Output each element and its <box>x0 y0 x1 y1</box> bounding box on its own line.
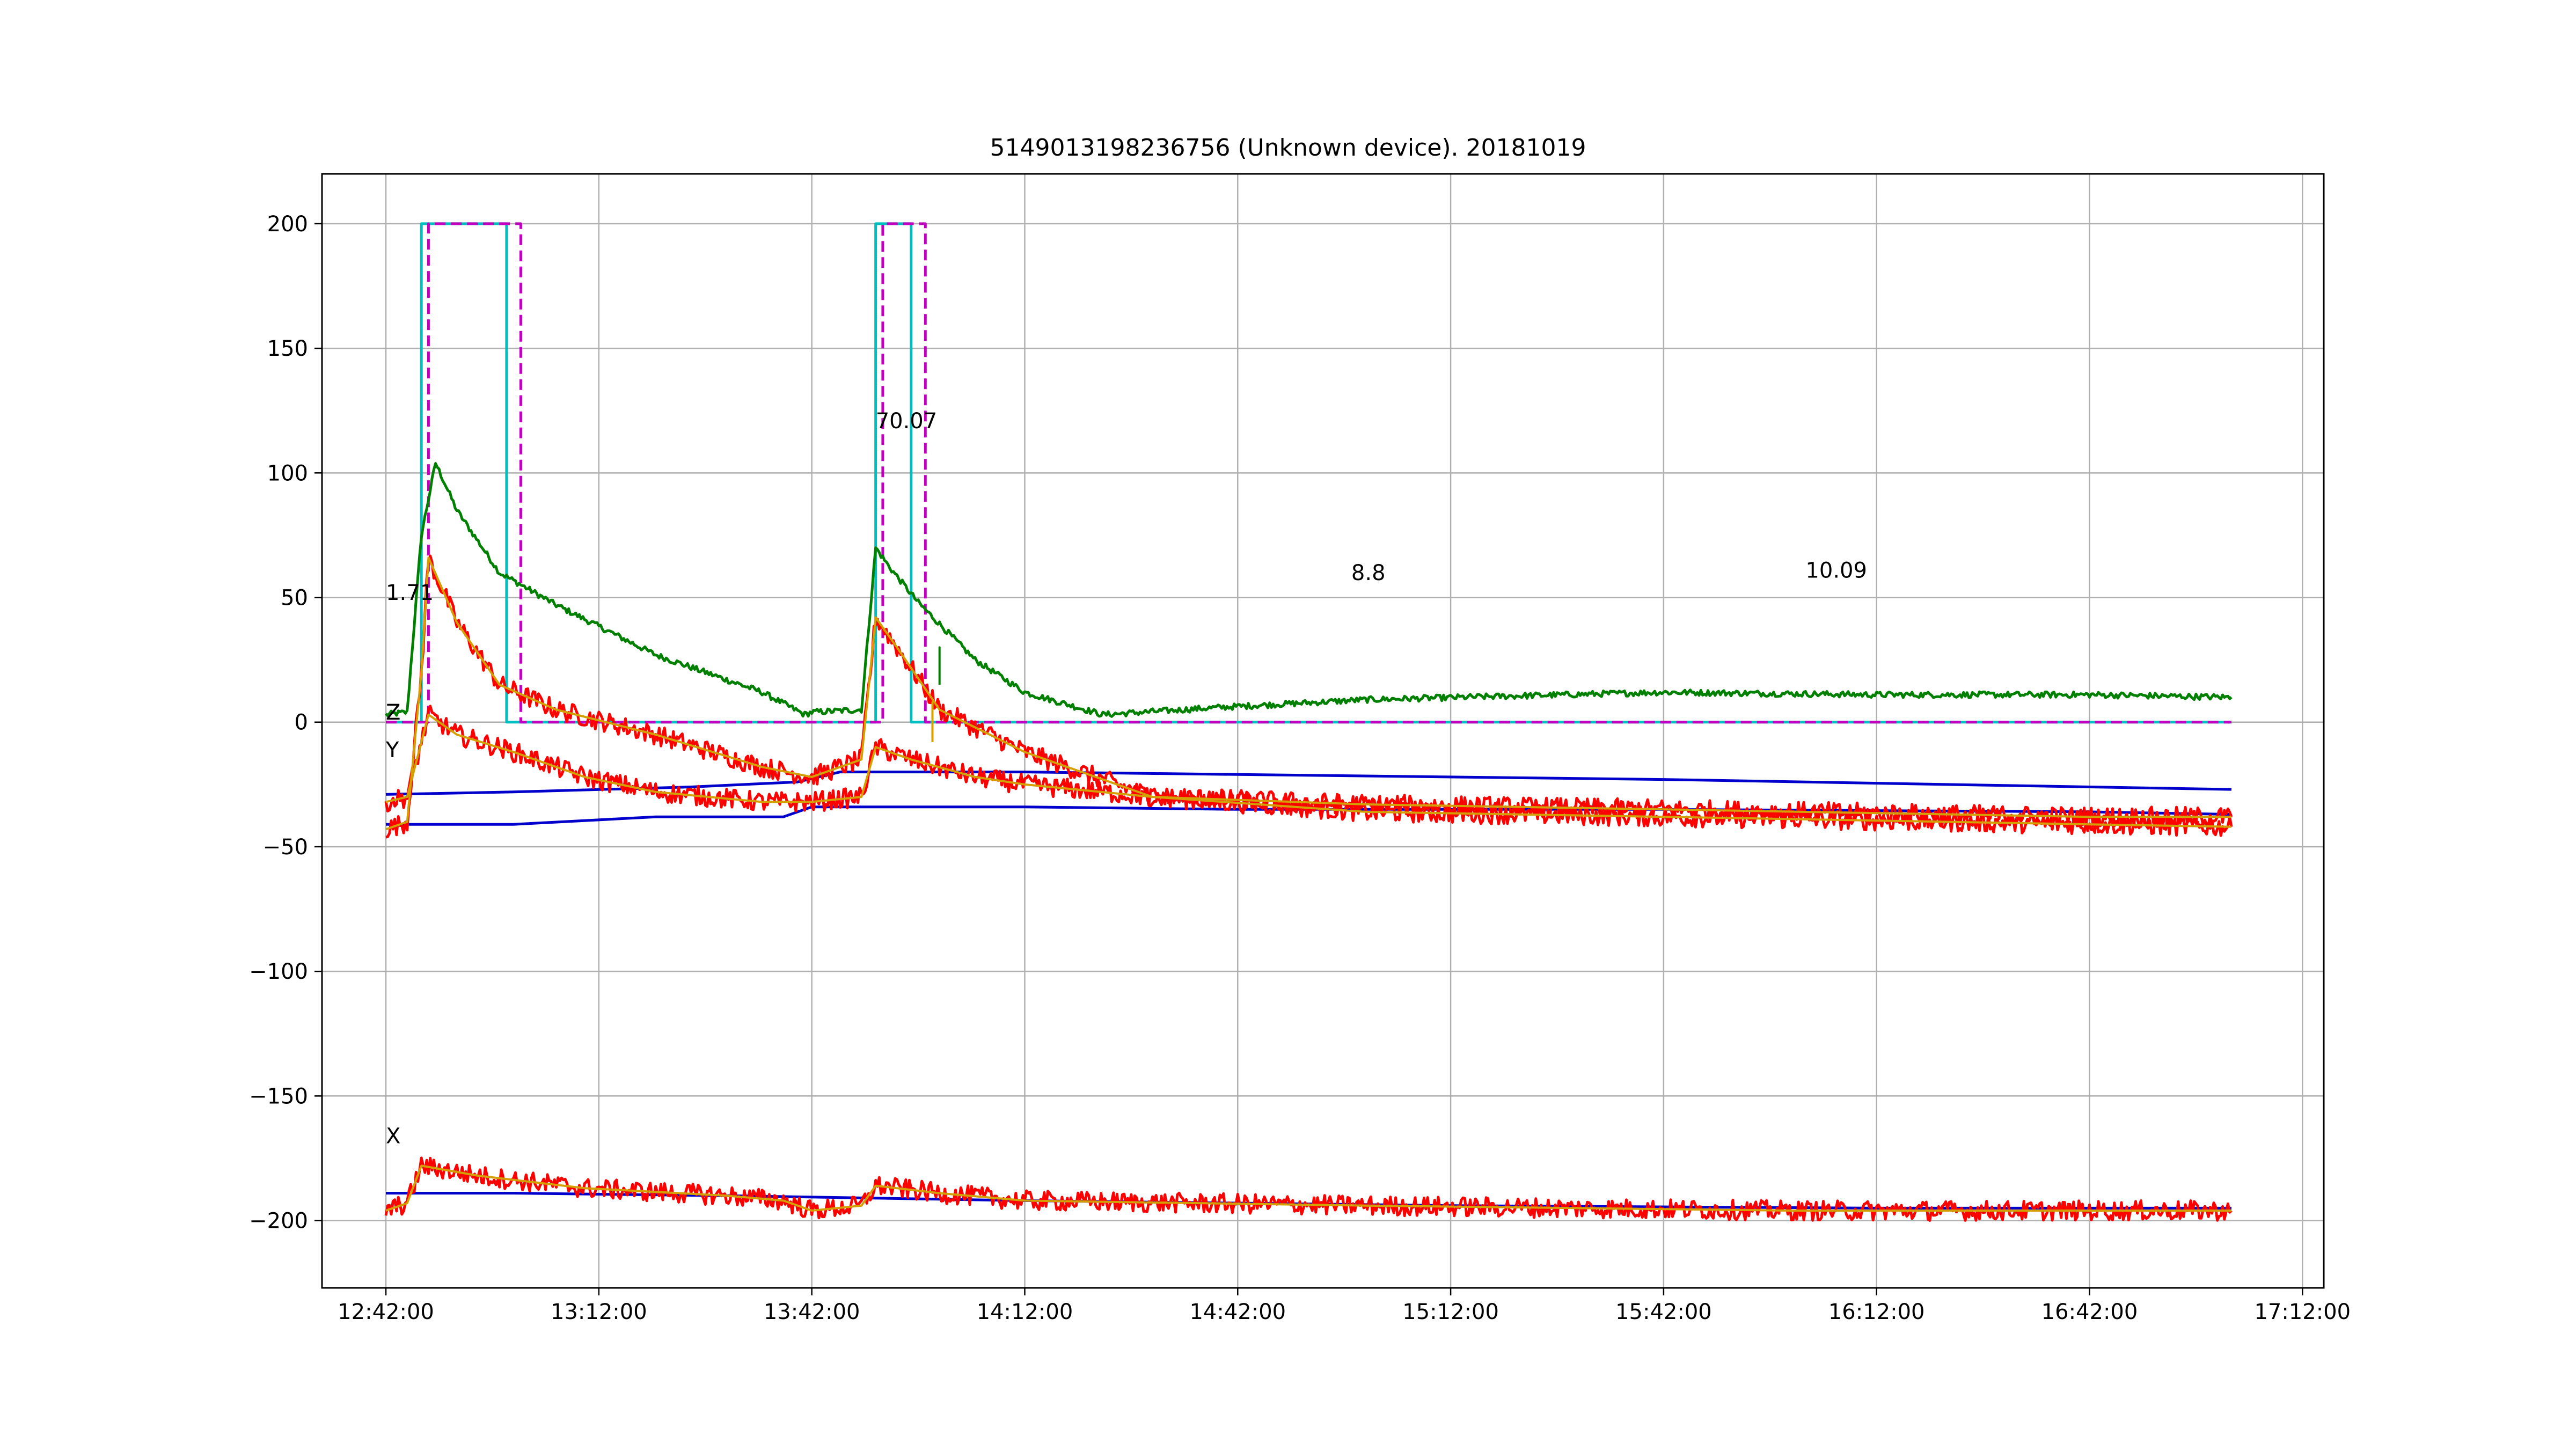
x-tick-label: 12:42:00 <box>338 1300 434 1324</box>
y-tick-label: 200 <box>267 212 308 237</box>
x-tick-label: 13:42:00 <box>764 1300 860 1324</box>
x-tick-label: 13:12:00 <box>551 1300 647 1324</box>
x-tick-label: 16:42:00 <box>2041 1300 2138 1324</box>
line-chart: 5149013198236756 (Unknown device). 20181… <box>0 0 2576 1449</box>
annotation-label: 70.07 <box>876 409 938 434</box>
x-tick-label: 15:12:00 <box>1402 1300 1499 1324</box>
x-tick-label: 14:42:00 <box>1189 1300 1286 1324</box>
y-tick-label: −100 <box>249 959 308 984</box>
annotation-label: 8.8 <box>1351 561 1386 585</box>
chart-title: 5149013198236756 (Unknown device). 20181… <box>990 134 1586 162</box>
annotation-label: 10.09 <box>1805 558 1867 583</box>
annotation-label: Y <box>385 738 399 763</box>
annotation-label: X <box>386 1124 400 1149</box>
y-tick-label: −50 <box>263 835 308 860</box>
x-tick-label: 17:12:00 <box>2254 1300 2351 1324</box>
x-tick-label: 15:42:00 <box>1615 1300 1712 1324</box>
annotation-label: Z <box>386 700 400 725</box>
y-tick-label: −200 <box>249 1209 308 1234</box>
y-tick-label: 100 <box>267 461 308 486</box>
y-tick-label: 50 <box>281 586 308 611</box>
x-tick-label: 16:12:00 <box>1828 1300 1925 1324</box>
y-tick-label: 0 <box>295 710 308 735</box>
y-tick-label: 150 <box>267 336 308 361</box>
x-tick-label: 14:12:00 <box>977 1300 1073 1324</box>
y-tick-label: −150 <box>249 1084 308 1109</box>
chart-container: 5149013198236756 (Unknown device). 20181… <box>0 0 2576 1449</box>
annotation-label: 1.71 <box>386 581 434 605</box>
